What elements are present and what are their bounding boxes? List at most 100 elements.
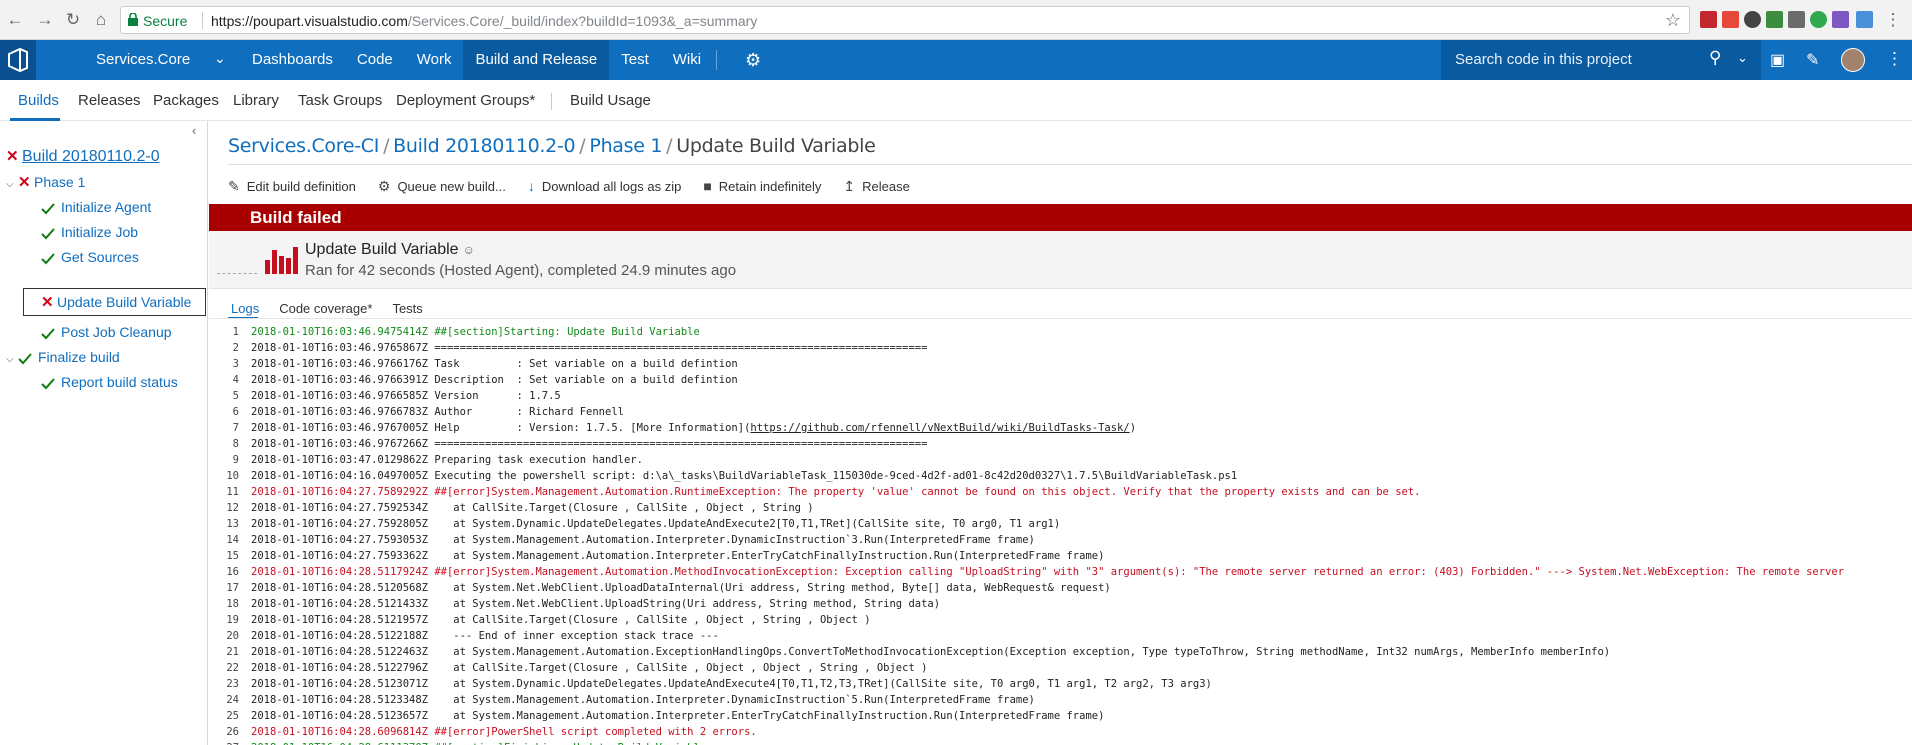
log-line-text: 2018-01-10T16:04:28.5122463Z at System.M… — [251, 646, 1611, 658]
extension-grammarly-icon[interactable] — [1810, 11, 1827, 28]
breadcrumb-phase[interactable]: Phase 1 — [589, 135, 662, 157]
log-line-number: 9 — [232, 454, 239, 466]
extension-calendar-icon[interactable] — [1722, 11, 1739, 28]
extension-shield-icon[interactable] — [1766, 11, 1783, 28]
tree-finalize-node[interactable]: ⌵ Finalize build — [6, 346, 120, 368]
tab-logs[interactable]: Logs — [231, 301, 259, 316]
log-line: 23 2018-01-10T16:04:28.5123071Z at System… — [209, 676, 1912, 692]
task-subtitle: Ran for 42 seconds (Hosted Agent), compl… — [305, 262, 737, 279]
task-title: Update Build Variable ☺ — [305, 241, 475, 259]
log-divider — [209, 318, 1912, 319]
extension-check-icon[interactable] — [1788, 11, 1805, 28]
collapse-pane-icon[interactable]: ‹ — [192, 123, 196, 138]
chevron-down-icon[interactable]: ⌵ — [6, 349, 18, 371]
log-line-text: 2018-01-10T16:04:16.0497005Z Executing t… — [251, 470, 1238, 482]
retain-indefinitely-button[interactable]: ■ Retain indefinitely — [703, 176, 821, 196]
hub-build-and-release[interactable]: Build and Release — [463, 40, 610, 80]
tab-builds[interactable]: Builds — [18, 92, 59, 109]
tab-build-usage[interactable]: Build Usage — [570, 92, 651, 109]
queue-label: Queue new build... — [397, 178, 506, 194]
log-help-link[interactable]: https://github.com/rfennell/vNextBuild/w… — [750, 422, 1129, 434]
log-line-number: 26 — [226, 726, 239, 738]
tab-task-groups[interactable]: Task Groups — [298, 92, 382, 109]
extension-cloud-icon[interactable] — [1744, 11, 1761, 28]
tree-step-post-job-cleanup[interactable]: Post Job Cleanup — [41, 321, 172, 343]
url-text[interactable]: https://poupart.visualstudio.com/Service… — [211, 13, 757, 29]
tree-build-node[interactable]: ✕ Build 20180110.2-0 — [6, 146, 160, 168]
success-check-icon — [41, 377, 55, 390]
project-selector[interactable]: Services.Core — [96, 51, 190, 68]
hub-dashboards[interactable]: Dashboards — [240, 40, 345, 80]
tab-library[interactable]: Library — [233, 92, 279, 109]
log-line-text: 2018-01-10T16:04:28.5120568Z at System.N… — [251, 582, 1111, 594]
url-divider — [202, 12, 203, 29]
pencil-icon: ✎ — [228, 177, 240, 194]
chevron-down-icon[interactable]: ⌄ — [214, 50, 226, 67]
log-line: 25 2018-01-10T16:04:28.5123657Z at System… — [209, 708, 1912, 724]
log-line-number: 16 — [226, 566, 239, 578]
chevron-down-icon[interactable]: ⌵ — [6, 174, 18, 196]
log-line: 11 2018-01-10T16:04:27.7589292Z ##[error]… — [209, 484, 1912, 500]
log-line: 14 2018-01-10T16:04:27.7593053Z at System… — [209, 532, 1912, 548]
hub-nav: Dashboards Code Work Build and Release T… — [240, 40, 713, 80]
tree-phase-label[interactable]: Phase 1 — [34, 174, 85, 190]
hub-code[interactable]: Code — [345, 40, 405, 80]
release-button[interactable]: ↥ Release — [843, 176, 909, 196]
feedback-icon[interactable]: ✎ — [1806, 50, 1819, 70]
edit-build-definition-button[interactable]: ✎ Edit build definition — [228, 176, 356, 196]
tab-tests[interactable]: Tests — [392, 301, 422, 316]
extension-translate-icon[interactable] — [1832, 11, 1849, 28]
queue-new-build-button[interactable]: ⚙ Queue new build... — [378, 176, 506, 196]
marketplace-bag-icon[interactable]: ▣ — [1770, 50, 1785, 70]
breadcrumb-build[interactable]: Build 20180110.2-0 — [393, 135, 575, 157]
address-bar[interactable]: Secure https://poupart.visualstudio.com/… — [120, 6, 1690, 34]
hub-wiki[interactable]: Wiki — [661, 40, 713, 80]
tree-step-initialize-agent[interactable]: Initialize Agent — [41, 196, 151, 218]
log-viewer[interactable]: 1 2018-01-10T16:03:46.9475414Z ##[section… — [209, 324, 1912, 745]
log-line-number: 4 — [232, 374, 239, 386]
log-line: 4 2018-01-10T16:03:46.9766391Z Descriptio… — [209, 372, 1912, 388]
log-line-text: 2018-01-10T16:04:27.7592805Z at System.D… — [251, 518, 1061, 530]
build-tree-pane: ‹ ✕ Build 20180110.2-0 ⌵ ✕ Phase 1 Initiali… — [0, 121, 208, 745]
more-icon[interactable]: ⋮ — [1886, 49, 1903, 69]
log-line-number: 11 — [226, 486, 239, 498]
success-check-icon — [41, 227, 55, 240]
gear-icon[interactable]: ⚙ — [745, 50, 761, 71]
hub-work[interactable]: Work — [405, 40, 464, 80]
tab-releases[interactable]: Releases — [78, 92, 141, 109]
extension-book-icon[interactable] — [1700, 11, 1717, 28]
log-line-text: 2018-01-10T16:03:46.9766783Z Author : Ri… — [251, 406, 624, 418]
log-line: 21 2018-01-10T16:04:28.5122463Z at System… — [209, 644, 1912, 660]
log-line-text: 2018-01-10T16:03:46.9475414Z ##[section]… — [251, 326, 700, 338]
tab-deployment-groups[interactable]: Deployment Groups* — [396, 92, 535, 109]
search-options-chevron-icon[interactable]: ⌄ — [1737, 50, 1748, 66]
search-icon[interactable]: ⚲ — [1709, 48, 1721, 68]
back-icon[interactable]: ← — [4, 9, 26, 31]
tab-packages[interactable]: Packages — [153, 92, 219, 109]
vsts-logo-icon[interactable] — [0, 40, 36, 80]
code-search-box[interactable]: Search code in this project ⚲ ⌄ — [1441, 40, 1761, 80]
download-logs-button[interactable]: ↓ Download all logs as zip — [528, 176, 681, 196]
bookmark-star-icon[interactable]: ☆ — [1665, 10, 1681, 31]
forward-icon[interactable]: → — [34, 9, 56, 31]
tree-step-report-build-status[interactable]: Report build status — [41, 371, 178, 393]
log-line-text: 2018-01-10T16:04:28.5122796Z at CallSite… — [251, 662, 928, 674]
search-input[interactable]: Search code in this project — [1455, 51, 1632, 68]
log-line-text: 2018-01-10T16:04:28.5123348Z at System.M… — [251, 694, 1035, 706]
log-line-text: 2018-01-10T16:03:46.9765867Z ===========… — [251, 342, 928, 354]
tree-build-label[interactable]: Build 20180110.2-0 — [22, 148, 160, 165]
tab-code-coverage[interactable]: Code coverage* — [279, 301, 372, 316]
secure-label: Secure — [143, 13, 188, 29]
log-line: 7 2018-01-10T16:03:46.9767005Z Help : Ver… — [209, 420, 1912, 436]
tree-step-initialize-job[interactable]: Initialize Job — [41, 221, 138, 243]
home-icon[interactable]: ⌂ — [90, 9, 112, 31]
browser-menu-icon[interactable]: ⋮ — [1882, 9, 1904, 31]
extension-puzzle-icon[interactable] — [1856, 11, 1873, 28]
tree-step-get-sources[interactable]: Get Sources — [41, 246, 139, 268]
avatar[interactable] — [1841, 48, 1865, 72]
tree-step-update-build-variable[interactable]: ✕ Update Build Variable — [41, 291, 191, 313]
tree-phase-node[interactable]: ⌵ ✕ Phase 1 — [6, 171, 85, 193]
reload-icon[interactable]: ↻ — [62, 9, 84, 31]
breadcrumb-definition[interactable]: Services.Core-CI — [228, 135, 379, 157]
hub-test[interactable]: Test — [609, 40, 661, 80]
